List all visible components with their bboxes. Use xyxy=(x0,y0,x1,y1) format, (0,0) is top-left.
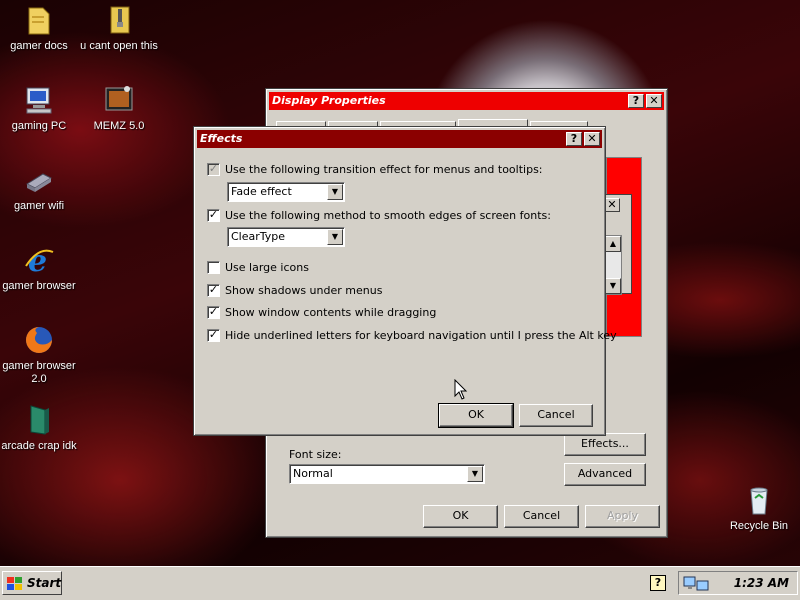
close-button[interactable]: ✕ xyxy=(646,94,662,108)
effects-button[interactable]: Effects... xyxy=(564,433,646,456)
firefox-icon xyxy=(23,324,55,356)
ok-button[interactable]: OK xyxy=(423,505,498,528)
desktop-icon-gamer-browser[interactable]: e gamer browser xyxy=(0,244,82,293)
hide-underline-checkbox[interactable]: ✓ xyxy=(207,329,220,342)
help-button[interactable]: ? xyxy=(566,132,582,146)
desktop-icon-memz[interactable]: MEMZ 5.0 xyxy=(76,84,162,133)
help-tray-button[interactable]: ? xyxy=(650,575,666,591)
help-button[interactable]: ? xyxy=(628,94,644,108)
transition-effect-value: Fade effect xyxy=(231,185,292,198)
large-icons-checkbox[interactable] xyxy=(207,261,220,274)
folder-icon xyxy=(23,4,55,36)
chevron-down-icon[interactable]: ▼ xyxy=(467,466,483,482)
start-label: Start xyxy=(27,576,62,590)
close-button[interactable]: ✕ xyxy=(584,132,600,146)
ie-icon: e xyxy=(23,244,55,279)
desktop-icon-label: gaming PC xyxy=(11,120,67,132)
scroll-down-icon: ▼ xyxy=(605,278,621,294)
computer-icon xyxy=(23,84,55,116)
transition-effect-label: Use the following transition effect for … xyxy=(225,163,543,176)
large-icons-label: Use large icons xyxy=(225,261,309,274)
transition-effect-checkbox[interactable]: ✓ xyxy=(207,163,220,176)
desktop-icon-label: gamer browser 2.0 xyxy=(2,360,76,385)
display-properties-titlebar[interactable]: Display Properties ? ✕ xyxy=(269,92,664,110)
clock[interactable]: 1:23 AM xyxy=(734,576,789,590)
desktop-icon-label: MEMZ 5.0 xyxy=(93,120,145,132)
drag-contents-checkbox[interactable]: ✓ xyxy=(207,306,220,319)
desktop-icon-label: arcade crap idk xyxy=(1,440,77,452)
window-title: Display Properties xyxy=(272,94,386,107)
desktop-icon-gamer-docs[interactable]: gamer docs xyxy=(0,4,82,53)
windows-logo-icon xyxy=(7,576,23,598)
font-size-value: Normal xyxy=(293,467,333,480)
scroll-up-icon: ▲ xyxy=(605,236,621,252)
desktop-icon-u-cant-open-this[interactable]: u cant open this xyxy=(76,4,162,53)
zip-folder-icon xyxy=(103,4,135,36)
desktop-icon-label: gamer browser xyxy=(2,280,76,292)
ok-button[interactable]: OK xyxy=(438,403,514,428)
network-tray-icon[interactable] xyxy=(683,575,711,596)
desktop-icon-label: Recycle Bin xyxy=(729,520,789,532)
smooth-fonts-select[interactable]: ClearType ▼ xyxy=(227,227,345,247)
menu-shadows-checkbox[interactable]: ✓ xyxy=(207,284,220,297)
effects-titlebar[interactable]: Effects ? ✕ xyxy=(197,130,602,148)
transition-effect-select[interactable]: Fade effect ▼ xyxy=(227,182,345,202)
advanced-button[interactable]: Advanced xyxy=(564,463,646,486)
cancel-button[interactable]: Cancel xyxy=(504,505,579,528)
preview-close-icon: ✕ xyxy=(604,198,620,212)
desktop-icon-gaming-pc[interactable]: gaming PC xyxy=(0,84,82,133)
effects-dialog: Effects ? ✕ ✓ Use the following transiti… xyxy=(193,126,617,436)
dialog-title: Effects xyxy=(200,132,243,145)
cancel-button[interactable]: Cancel xyxy=(519,404,593,427)
system-tray: 1:23 AM xyxy=(678,571,798,595)
font-size-label: Font size: xyxy=(289,448,342,461)
desktop-icon-label: u cant open this xyxy=(80,40,158,52)
drag-contents-label: Show window contents while dragging xyxy=(225,306,437,319)
start-button[interactable]: Start xyxy=(2,571,62,595)
desktop-icon-gamer-browser-2[interactable]: gamer browser 2.0 xyxy=(0,324,82,386)
mouse-cursor-icon xyxy=(454,378,468,404)
preview-scrollbar: ▲ ▼ xyxy=(604,235,622,295)
recycle-bin-icon xyxy=(743,484,775,516)
chevron-down-icon[interactable]: ▼ xyxy=(327,184,343,200)
font-size-select[interactable]: Normal ▼ xyxy=(289,464,485,484)
taskbar: Start ? 1:23 AM xyxy=(0,566,800,600)
desktop-icon-recycle-bin[interactable]: Recycle Bin xyxy=(716,484,800,533)
smooth-fonts-label: Use the following method to smooth edges… xyxy=(225,209,551,222)
hide-underline-label: Hide underlined letters for keyboard nav… xyxy=(225,329,617,342)
network-icon xyxy=(23,164,55,196)
smooth-fonts-checkbox[interactable]: ✓ xyxy=(207,209,220,222)
apply-button[interactable]: Apply xyxy=(585,505,660,528)
desktop-icon-arcade[interactable]: arcade crap idk xyxy=(0,404,82,453)
appearance-preview: ✕ ▲ ▼ xyxy=(597,157,642,337)
smooth-fonts-value: ClearType xyxy=(231,230,286,243)
desktop-icon-label: gamer wifi xyxy=(13,200,65,212)
arcade-icon xyxy=(23,404,55,436)
menu-shadows-label: Show shadows under menus xyxy=(225,284,383,297)
memz-icon xyxy=(103,84,135,116)
chevron-down-icon[interactable]: ▼ xyxy=(327,229,343,245)
desktop-icon-label: gamer docs xyxy=(10,40,68,52)
desktop-icon-gamer-wifi[interactable]: gamer wifi xyxy=(0,164,82,213)
